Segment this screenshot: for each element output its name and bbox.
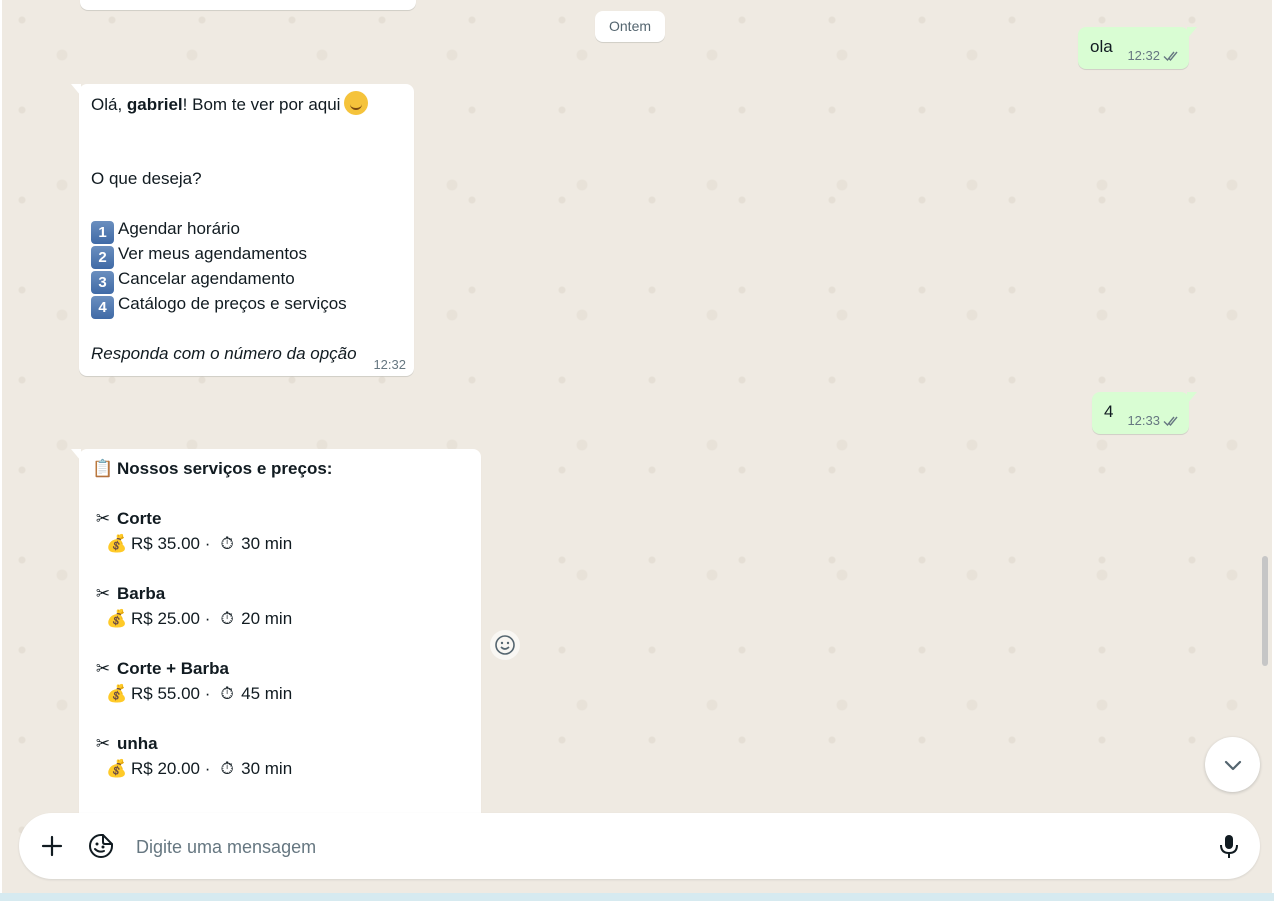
service-name: ✂ Corte + Barba: [91, 656, 229, 681]
service-name: ✂ Corte: [91, 506, 162, 531]
service-name: ✂ Barba: [91, 581, 165, 606]
stopwatch-icon: ⏱: [220, 534, 234, 553]
service-details: 💰 R$ 20.00 · ⏱ 30 min: [105, 756, 292, 781]
money-bag-icon: 💰: [106, 609, 128, 628]
sticker-button[interactable]: [85, 830, 117, 862]
message-input[interactable]: [134, 831, 1198, 863]
day-separator: Ontem: [595, 11, 666, 42]
clipboard-icon: 📋: [92, 459, 114, 478]
message-time: 12:32: [373, 357, 406, 372]
scissors-icon: ✂: [95, 659, 111, 678]
chevron-down-icon: [1224, 760, 1241, 770]
scissors-icon: ✂: [95, 734, 111, 753]
double-check-icon: [1163, 416, 1178, 426]
service-details: 💰 R$ 25.00 · ⏱ 20 min: [105, 606, 292, 631]
message-meta: 12:32: [1127, 48, 1181, 63]
chat-panel: Ontem ola 12:32 Olá, gabriel! Bom te ver…: [2, 0, 1272, 893]
double-check-icon: [1163, 51, 1178, 61]
attach-button[interactable]: [36, 830, 68, 862]
window-bottom-edge: [0, 893, 1274, 901]
money-bag-icon: 💰: [106, 534, 128, 553]
message-meta: 12:33: [1127, 413, 1181, 428]
stopwatch-icon: ⏱: [220, 684, 234, 703]
scrollbar[interactable]: [1262, 556, 1268, 666]
smiling-face-emoji-icon: [344, 91, 369, 115]
stopwatch-icon: ⏱: [220, 759, 234, 778]
stopwatch-icon: ⏱: [220, 609, 234, 628]
message-text: 4: [1104, 402, 1114, 421]
mic-icon: [1220, 835, 1238, 858]
outgoing-message[interactable]: 4 12:33: [1092, 392, 1197, 434]
voice-message-button[interactable]: [1213, 830, 1245, 862]
previous-message-bubble: [80, 0, 416, 10]
emoji-icon: [495, 635, 515, 655]
greeting-line: Olá, gabriel! Bom te ver por aqui: [91, 91, 369, 117]
sticker-icon: [89, 834, 113, 858]
keycap-4-icon: 4: [91, 296, 114, 319]
menu-option: 4 Catálogo de preços e serviços: [91, 291, 347, 319]
message-time: 12:32: [1127, 48, 1160, 63]
incoming-menu-message[interactable]: Olá, gabriel! Bom te ver por aqui O que …: [71, 84, 414, 376]
service-name: ✂ unha: [91, 731, 158, 756]
scissors-icon: ✂: [95, 584, 111, 603]
menu-option: 1 Agendar horário: [91, 216, 240, 244]
plus-icon: [41, 835, 63, 857]
money-bag-icon: 💰: [106, 684, 128, 703]
outgoing-message[interactable]: ola 12:32: [1078, 27, 1197, 69]
user-name: gabriel: [126, 95, 183, 114]
question-line: O que deseja?: [91, 169, 202, 188]
catalog-title: 📋 Nossos serviços e preços:: [91, 456, 332, 481]
menu-option: 3 Cancelar agendamento: [91, 266, 295, 294]
menu-option: 2 Ver meus agendamentos: [91, 241, 307, 269]
money-bag-icon: 💰: [106, 759, 128, 778]
service-details: 💰 R$ 35.00 · ⏱ 30 min: [105, 531, 292, 556]
message-text: ola: [1090, 37, 1113, 56]
scissors-icon: ✂: [95, 509, 111, 528]
incoming-catalog-message[interactable]: 📋 Nossos serviços e preços: ✂ Corte 💰 R$ 35…: [71, 449, 481, 849]
service-details: 💰 R$ 55.00 · ⏱ 45 min: [105, 681, 292, 706]
message-composer: [19, 813, 1260, 879]
react-button[interactable]: [490, 630, 520, 660]
menu-footer: Responda com o número da opção: [91, 344, 357, 363]
scroll-down-button[interactable]: [1205, 737, 1260, 792]
message-time: 12:33: [1127, 413, 1160, 428]
